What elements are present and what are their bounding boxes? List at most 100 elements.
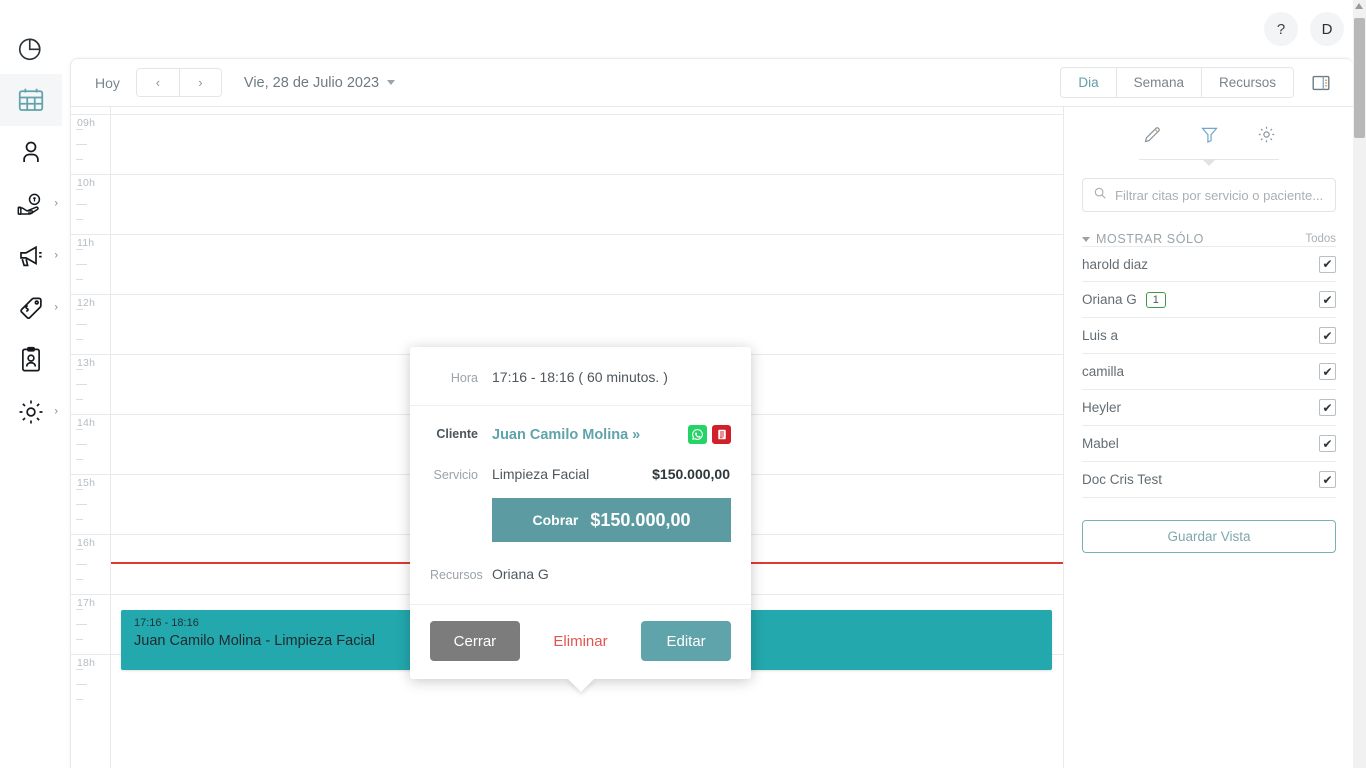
recursos-label: Recursos — [430, 568, 483, 582]
appointment-popover: Hora 17:16 - 18:16 ( 60 minutos. ) Clien… — [410, 347, 751, 692]
page-scrollbar[interactable] — [1353, 0, 1366, 768]
quarter-tick — [76, 504, 87, 505]
filter-panel: MOSTRAR SÓLO Todos harold diaz ✔ Oriana G 1… — [1064, 107, 1353, 768]
resource-row[interactable]: Oriana G 1 ✔ — [1082, 282, 1336, 318]
chevron-right-icon: › — [54, 197, 58, 210]
toolbar-left: Hoy ‹ › Vie, 28 de Julio 2023 — [71, 68, 396, 97]
quarter-tick — [76, 519, 83, 520]
resource-checkbox[interactable]: ✔ — [1319, 471, 1336, 488]
sidebar-item-billing[interactable]: › — [0, 178, 62, 230]
resource-row[interactable]: Luis a ✔ — [1082, 318, 1336, 354]
quarter-tick — [76, 639, 83, 640]
cliente-label: Cliente — [436, 427, 478, 441]
edit-button[interactable]: Editar — [641, 621, 731, 661]
popover-footer: Cerrar Eliminar Editar — [410, 605, 751, 679]
quarter-tick — [76, 429, 83, 430]
resource-checkbox[interactable]: ✔ — [1319, 399, 1336, 416]
sidebar-item-marketing[interactable]: › — [0, 230, 62, 282]
prev-day-button[interactable]: ‹ — [136, 69, 179, 96]
popover-row-hora: Hora 17:16 - 18:16 ( 60 minutos. ) — [410, 347, 751, 406]
quarter-tick — [76, 264, 87, 265]
hour-label: 11h — [77, 237, 95, 249]
scrollbar-thumb[interactable] — [1354, 18, 1365, 138]
hour-label: 17h — [77, 597, 96, 609]
quarter-tick — [76, 399, 83, 400]
resource-checkbox[interactable]: ✔ — [1319, 291, 1336, 308]
megaphone-icon — [16, 241, 46, 271]
resource-checkbox[interactable]: ✔ — [1319, 363, 1336, 380]
resource-name-wrap: Doc Cris Test — [1082, 472, 1162, 487]
tab-semana[interactable]: Semana — [1115, 68, 1201, 97]
hora-value: 17:16 - 18:16 ( 60 minutos. ) — [492, 369, 668, 385]
date-picker[interactable]: Vie, 28 de Julio 2023 — [244, 75, 396, 91]
price-tag-icon — [16, 293, 46, 323]
gear-icon[interactable] — [1253, 121, 1280, 148]
show-only-label: MOSTRAR SÓLO — [1096, 232, 1204, 246]
quarter-tick — [76, 249, 83, 250]
sidebar-item-calendar[interactable] — [0, 74, 62, 126]
filter-icon[interactable] — [1196, 121, 1223, 148]
close-button[interactable]: Cerrar — [430, 621, 520, 661]
hour-label: 09h — [77, 117, 96, 129]
sidebar-item-patients[interactable] — [0, 126, 62, 178]
filter-search-box[interactable] — [1082, 178, 1336, 212]
avatar[interactable]: D — [1310, 12, 1344, 46]
chevron-down-icon — [1082, 236, 1090, 242]
resource-checkbox[interactable]: ✔ — [1319, 435, 1336, 452]
whatsapp-icon[interactable] — [688, 425, 707, 444]
next-day-button[interactable]: › — [178, 69, 221, 96]
scroll-up-arrow-icon[interactable] — [1355, 3, 1363, 9]
quarter-tick — [76, 129, 83, 130]
pencil-icon[interactable] — [1139, 121, 1166, 148]
chevron-down-icon — [387, 80, 396, 85]
resource-checkbox[interactable]: ✔ — [1319, 255, 1336, 273]
chevron-right-icon: › — [54, 301, 58, 314]
quarter-tick — [76, 444, 87, 445]
cobrar-button[interactable]: Cobrar $150.000,00 — [492, 498, 731, 542]
sidebar-item-settings[interactable]: › — [0, 386, 62, 438]
resource-row[interactable]: harold diaz ✔ — [1082, 246, 1336, 282]
header-actions: ? D — [1046, 0, 1366, 58]
resource-row[interactable]: camilla ✔ — [1082, 354, 1336, 390]
search-icon — [1093, 186, 1107, 205]
time-gutter: 09h 10h 11h 12h 13h 14h 15h 16h 17h 18h — [71, 107, 111, 768]
cliente-link[interactable]: Juan Camilo Molina » — [492, 427, 640, 443]
panel-toggle-icon[interactable] — [1308, 70, 1334, 96]
quarter-tick — [76, 579, 83, 580]
save-view-button[interactable]: Guardar Vista — [1082, 520, 1336, 553]
delete-button[interactable]: Eliminar — [531, 621, 630, 661]
quarter-tick — [76, 219, 83, 220]
resource-name-wrap: Heyler — [1082, 400, 1121, 415]
sidebar-item-staff[interactable] — [0, 334, 62, 386]
medical-record-icon[interactable] — [712, 425, 731, 444]
today-button[interactable]: Hoy — [93, 71, 122, 95]
resource-row[interactable]: Heyler ✔ — [1082, 390, 1336, 426]
chevron-right-icon: › — [54, 249, 58, 262]
search-input[interactable] — [1115, 187, 1325, 203]
hora-label: Hora — [450, 371, 478, 385]
resource-row[interactable]: Doc Cris Test ✔ — [1082, 462, 1336, 498]
show-only-toggle[interactable]: MOSTRAR SÓLO — [1082, 232, 1204, 246]
resource-row[interactable]: Mabel ✔ — [1082, 426, 1336, 462]
chart-pie-icon — [16, 33, 46, 63]
tab-dia[interactable]: Dia — [1061, 68, 1116, 97]
sidebar-item-products[interactable]: › — [0, 282, 62, 334]
hour-label: 15h — [77, 477, 96, 489]
help-button[interactable]: ? — [1264, 12, 1298, 46]
quarter-tick — [76, 459, 83, 460]
quarter-tick — [76, 279, 83, 280]
resource-name: harold diaz — [1082, 256, 1149, 272]
resource-list: harold diaz ✔ Oriana G 1 ✔ Luis a ✔ camilla ✔ Hey… — [1082, 246, 1336, 498]
tab-recursos[interactable]: Recursos — [1200, 68, 1293, 97]
service-name: Limpieza Facial — [492, 466, 590, 482]
resource-name-wrap: harold diaz — [1082, 257, 1148, 272]
resource-name: Heyler — [1082, 400, 1122, 415]
quarter-tick — [76, 609, 83, 610]
select-all-link[interactable]: Todos — [1305, 233, 1336, 245]
sidebar-item-reports[interactable] — [0, 22, 62, 74]
recursos-value: Oriana G — [492, 566, 549, 582]
user-icon — [16, 137, 46, 167]
hour-label: 10h — [77, 177, 96, 189]
resource-checkbox[interactable]: ✔ — [1319, 327, 1336, 344]
chevron-right-icon: › — [54, 405, 58, 418]
